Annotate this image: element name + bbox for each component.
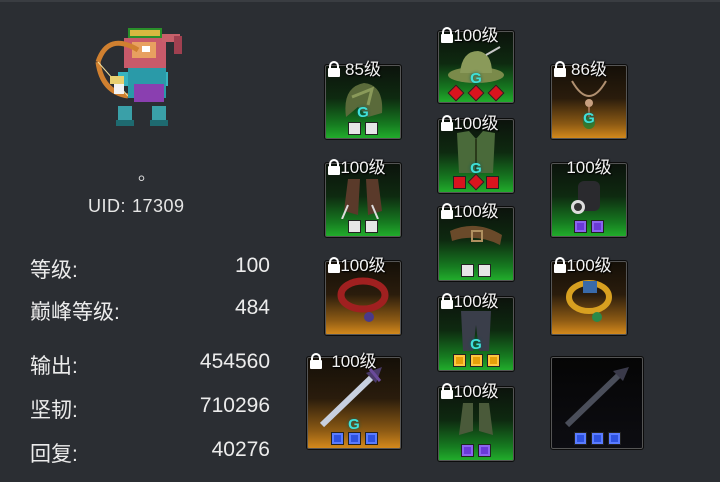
equip-slot-offhand-weapon[interactable] bbox=[550, 356, 644, 450]
character-avatar[interactable] bbox=[88, 22, 198, 134]
stat-toughness: 坚韧: 710296 bbox=[30, 394, 270, 424]
equip-slot-hat[interactable]: 100级 G bbox=[437, 26, 515, 104]
gem-sockets bbox=[325, 122, 401, 135]
gem-sockets bbox=[438, 354, 514, 367]
gem-sockets bbox=[551, 220, 627, 233]
stat-label: 回复: bbox=[30, 443, 78, 466]
gem-slot bbox=[467, 84, 485, 102]
sword-icon bbox=[564, 367, 629, 428]
gem-slot bbox=[348, 122, 361, 135]
gem-slot bbox=[330, 432, 344, 445]
stat-peak-level: 巅峰等级: 484 bbox=[30, 296, 270, 326]
gem-sockets bbox=[307, 432, 401, 445]
equip-slot-belt[interactable]: 100级 bbox=[437, 202, 515, 282]
stat-level: 等级: 100 bbox=[30, 254, 270, 284]
gem-slot bbox=[347, 432, 361, 445]
gem-sockets bbox=[325, 220, 401, 233]
gem-sockets bbox=[551, 432, 643, 445]
stat-value: 40276 bbox=[211, 438, 270, 461]
gem-slot bbox=[348, 220, 361, 233]
gem-slot bbox=[607, 432, 621, 445]
ring-icon bbox=[337, 277, 389, 322]
gem-emblem-icon: G bbox=[470, 336, 482, 353]
gem-emblem-icon: G bbox=[583, 110, 595, 127]
stat-value: 484 bbox=[234, 296, 270, 319]
gem-sockets bbox=[438, 84, 514, 102]
player-name: 。 bbox=[138, 164, 156, 184]
gem-slot bbox=[452, 354, 466, 367]
stat-value: 100 bbox=[234, 254, 270, 277]
stat-label: 巅峰等级: bbox=[30, 301, 120, 324]
equip-slot-helmet[interactable]: 85级 G bbox=[324, 60, 402, 140]
uid-label: UID: bbox=[88, 196, 126, 216]
stat-damage: 输出: 454560 bbox=[30, 350, 270, 380]
gem-slot bbox=[590, 432, 604, 445]
gem-slot bbox=[478, 444, 491, 457]
gem-slot bbox=[486, 354, 500, 367]
gem-sockets bbox=[438, 264, 514, 277]
gem-slot bbox=[365, 122, 378, 135]
stat-value: 454560 bbox=[199, 350, 270, 373]
stat-recovery: 回复: 40276 bbox=[30, 438, 270, 468]
top-divider bbox=[0, 0, 720, 2]
equip-slot-weapon[interactable]: 100级 G bbox=[306, 352, 402, 450]
gem-slot bbox=[447, 84, 465, 102]
gem-slot bbox=[573, 432, 587, 445]
item-level: 100级 bbox=[453, 202, 499, 221]
gem-sockets bbox=[438, 173, 514, 191]
equip-slot-armor[interactable]: 100级 G bbox=[437, 114, 515, 194]
equip-slot-boots[interactable]: 100级 bbox=[437, 382, 515, 462]
ring-icon bbox=[566, 280, 612, 322]
gem-slot bbox=[591, 220, 604, 233]
equip-slot-ring-left[interactable]: 100级 bbox=[324, 256, 402, 336]
gem-slot bbox=[469, 354, 483, 367]
belt-icon bbox=[450, 225, 502, 245]
bracer-icon bbox=[571, 181, 600, 214]
gem-slot bbox=[461, 444, 474, 457]
player-uid: UID: 17309 bbox=[88, 196, 185, 217]
gem-slot bbox=[365, 220, 378, 233]
gem-emblem-icon: G bbox=[348, 416, 360, 433]
gem-slot bbox=[478, 264, 491, 277]
gem-slot bbox=[364, 432, 378, 445]
gem-slot bbox=[486, 176, 499, 189]
equip-slot-ring-right[interactable]: 100级 bbox=[550, 256, 628, 336]
equip-slot-necklace[interactable]: 86级 G bbox=[550, 60, 628, 140]
gem-emblem-icon: G bbox=[357, 104, 369, 121]
gem-slot bbox=[467, 173, 485, 191]
equip-slot-pants[interactable]: 100级 G bbox=[437, 292, 515, 372]
stat-label: 坚韧: bbox=[30, 399, 78, 422]
item-level: 100级 bbox=[566, 158, 612, 177]
gem-slot bbox=[453, 176, 466, 189]
gloves-icon bbox=[341, 179, 382, 219]
gem-slot bbox=[574, 220, 587, 233]
stat-value: 710296 bbox=[199, 394, 270, 417]
stat-label: 输出: bbox=[30, 355, 78, 378]
stat-label: 等级: bbox=[30, 259, 78, 282]
gem-sockets bbox=[438, 444, 514, 457]
boots-icon bbox=[459, 403, 493, 435]
equip-slot-bracer[interactable]: 100级 bbox=[550, 158, 628, 238]
gem-slot bbox=[461, 264, 474, 277]
uid-value: 17309 bbox=[132, 196, 185, 216]
gem-slot bbox=[487, 84, 505, 102]
equip-slot-gloves[interactable]: 100级 bbox=[324, 158, 402, 238]
